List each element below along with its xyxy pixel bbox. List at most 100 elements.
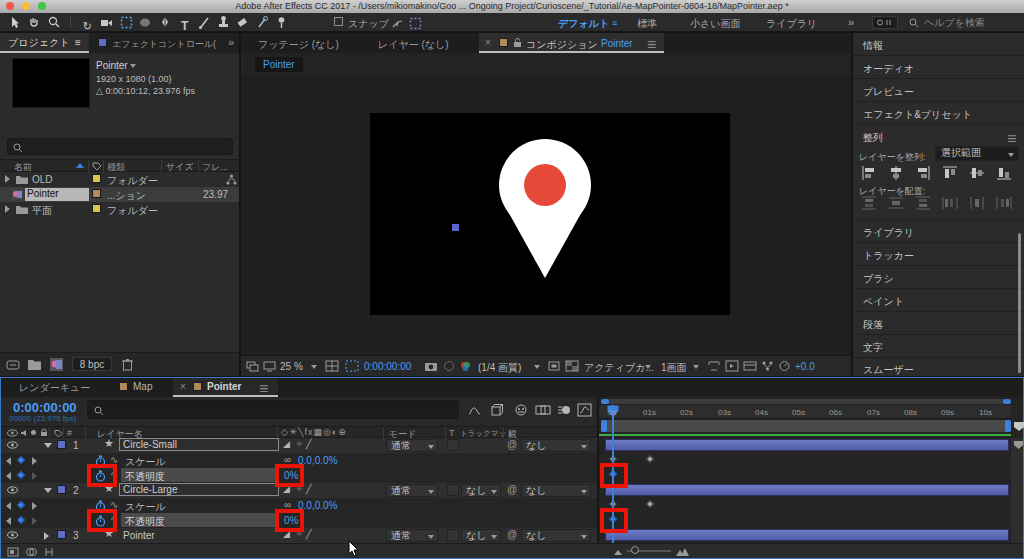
new-composition-icon[interactable] [50,358,63,371]
hide-shy-icon[interactable] [513,403,529,417]
camera-tool[interactable] [99,15,114,30]
eraser-tool[interactable] [235,15,250,30]
project-row-solid[interactable]: 平面 フォルダー [0,202,239,217]
resolution-value[interactable]: (1/4 画質) [478,361,521,375]
workspace-overflow[interactable]: » [848,16,854,28]
label-color[interactable] [92,204,101,213]
zoom-in-mountain-icon[interactable] [675,546,689,557]
pickwhip-icon[interactable]: @ [507,484,517,495]
pan-behind-tool[interactable] [119,15,134,30]
time-navigator[interactable] [601,399,1011,404]
expand-icon[interactable] [5,205,10,213]
pickwhip-icon[interactable]: @ [507,529,517,540]
roto-brush-tool[interactable] [255,15,270,30]
panel-header-preview[interactable]: プレビュー [853,79,1024,102]
quality-slash-icon[interactable]: ╱ [306,484,311,494]
camera-view-value[interactable]: アクティブカ... [584,361,654,375]
puppet-pin-tool[interactable] [274,15,289,30]
label-color[interactable] [92,174,101,183]
view-layout-caret-icon[interactable] [693,365,699,369]
viewer-timecode[interactable]: 0:00:00:00 [364,361,411,372]
zoom-value[interactable]: 25 % [280,361,303,372]
new-folder-icon[interactable] [28,359,41,370]
current-timecode[interactable]: 0:00:00:00 [13,400,77,415]
trkmat-box-2[interactable] [447,484,459,496]
bpc-button[interactable]: 8 bpc [72,357,112,371]
clone-stamp-tool[interactable] [216,15,231,30]
label-color[interactable] [92,189,101,198]
reset-exposure-icon[interactable] [778,360,791,372]
prev-keyframe-icon[interactable] [6,517,11,525]
parent-select-1[interactable]: なし [521,439,591,452]
workspace-tab-library[interactable]: ライブラリ [766,17,817,31]
close-tab-icon[interactable]: × [485,37,491,48]
expand-transfer-icon[interactable] [25,547,37,557]
trkmat-select-3[interactable]: なし [461,529,501,542]
expand-icon[interactable] [5,175,10,183]
trash-icon[interactable] [122,358,133,371]
align-left-icon[interactable] [861,165,877,181]
pickwhip-icon[interactable]: @ [507,439,517,450]
tab-layer[interactable]: レイヤー (なし) [378,38,449,52]
viewer-subtab-pointer[interactable]: Pointer [255,57,303,72]
align-bottom-icon[interactable] [996,165,1012,181]
tab-composition[interactable]: × コンポジション Pointer ≡ [479,33,664,53]
type-tool[interactable]: T [177,19,192,34]
workspace-menu-icon[interactable]: ≡ [612,18,617,28]
next-keyframe-icon[interactable] [32,472,37,480]
workspace-settings-icon[interactable] [872,16,898,29]
align-target-select[interactable]: 選択範囲 [935,146,1019,161]
safe-margins-icon[interactable] [325,360,339,372]
workspace-tab-small[interactable]: 小さい画面 [690,17,740,31]
work-area-end-handle[interactable] [1005,420,1011,432]
camera-caret-icon[interactable] [645,365,651,369]
project-row-pointer[interactable]: Pointer ...ション 23.97 [0,187,239,202]
zoom-tool[interactable] [47,15,62,30]
label-column-icon[interactable] [92,161,102,171]
keyframe[interactable] [646,500,654,508]
project-search-input[interactable] [7,138,233,155]
panel-header-paragraph[interactable]: 段落 [853,312,1024,335]
align-center-h-icon[interactable] [888,165,904,181]
tab-project[interactable]: プロジェクト ≡ [0,33,89,53]
workspace-tab-default[interactable]: デフォルト [558,17,609,31]
blend-mode-select-2[interactable]: 通常 [386,484,438,497]
eye-icon[interactable] [7,531,18,539]
motion-blur-icon[interactable] [557,403,572,417]
snap-checkbox[interactable] [334,17,343,26]
comp-marker-bin-icon[interactable] [1013,421,1024,432]
brush-tool[interactable] [197,15,212,30]
panel-header-effects-presets[interactable]: エフェクト&プリセット [853,102,1024,125]
tab-pointer-timeline[interactable]: × Pointer ≡ [173,378,278,397]
panel-header-brushes[interactable]: ブラシ [853,266,1024,289]
expand-layer-icon[interactable] [44,488,52,493]
panel-header-info[interactable]: 情報 [853,33,1024,56]
panel-header-align[interactable]: 整列 ≡ [853,125,1024,148]
mask-visibility-icon[interactable] [408,16,423,31]
snap-options-icon[interactable] [390,16,405,31]
selection-tool[interactable] [8,15,23,30]
item-name-selected[interactable]: Pointer [25,188,89,201]
always-preview-icon[interactable] [246,361,259,372]
draft-3d-icon[interactable] [489,403,504,417]
region-of-interest-icon[interactable] [547,360,561,372]
fast-preview-icon[interactable] [725,360,739,372]
work-area-start-handle[interactable] [601,420,607,432]
blend-mode-select-1[interactable]: 通常 [386,439,438,452]
tab-menu-icon[interactable]: ≡ [647,36,656,54]
prev-keyframe-icon[interactable] [6,502,11,510]
collapse-layer-icon[interactable] [44,532,49,540]
transparency-grid-icon[interactable] [565,360,579,372]
rotation-tool[interactable]: ↻ [80,19,95,34]
next-keyframe-icon[interactable] [32,457,37,465]
next-keyframe-icon[interactable] [32,517,37,525]
show-snapshot-icon[interactable] [443,360,456,372]
help-search[interactable]: ヘルプを検索 [906,15,1018,30]
tab-render-queue[interactable]: レンダーキュー [19,381,90,395]
expand-inout-icon[interactable] [43,547,55,557]
tab-menu-icon[interactable]: ≡ [259,380,268,398]
layer-bar-3[interactable] [605,529,1009,541]
dist-right-icon[interactable] [996,196,1012,210]
timeline-search-input[interactable] [87,400,459,419]
layer-label-color[interactable] [57,485,66,494]
